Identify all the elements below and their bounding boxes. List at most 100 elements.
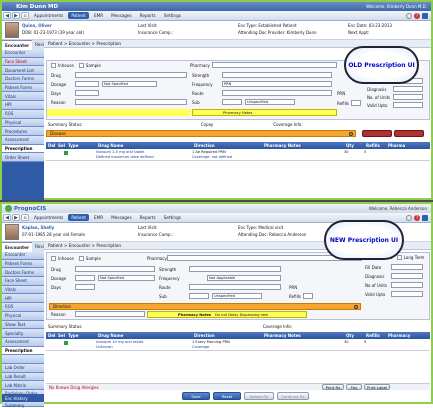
new-route-input[interactable] bbox=[189, 284, 281, 290]
new-sidebar-item[interactable]: Vitals bbox=[2, 285, 44, 295]
search-icon[interactable] bbox=[406, 12, 412, 19]
new-strength-input[interactable] bbox=[189, 266, 281, 272]
old-disease-bar[interactable]: Disease bbox=[46, 130, 356, 137]
old-strength-input[interactable] bbox=[222, 72, 332, 78]
old-sidebar-item[interactable]: Doctors Forms bbox=[2, 75, 44, 84]
old-sidebar-item[interactable]: Physical bbox=[2, 118, 44, 128]
new-sidebar-item[interactable]: Encounter bbox=[2, 251, 44, 260]
old-diagnosis-input[interactable] bbox=[393, 86, 423, 92]
new-tab-encounter[interactable]: Encounter bbox=[2, 241, 33, 252]
new-menu-emr[interactable]: EMR bbox=[91, 214, 106, 221]
new-reason-input[interactable] bbox=[75, 311, 145, 317]
old-sidebar-item[interactable]: Order Sheet bbox=[2, 153, 44, 162]
new-sidebar-item[interactable]: Show Text bbox=[2, 320, 44, 330]
new-grid-col-header[interactable]: Drug Name bbox=[96, 333, 192, 338]
new-menu-appointments[interactable]: Appointments bbox=[31, 214, 66, 221]
old-sidebar-item[interactable]: Procedures bbox=[2, 127, 44, 136]
old-sidebar-item[interactable]: Face Sheet bbox=[2, 57, 44, 67]
new-sidebar-item[interactable]: Lab Matrix bbox=[2, 381, 44, 390]
print-label-button[interactable]: Print Label bbox=[364, 384, 390, 390]
new-refills-input[interactable] bbox=[303, 293, 313, 299]
old-grid-col-header[interactable]: Direction bbox=[192, 143, 262, 148]
new-dosage-select[interactable]: Not Specified bbox=[98, 275, 155, 281]
new-grid-col-header[interactable]: Del bbox=[46, 333, 56, 338]
old-drug-input[interactable] bbox=[75, 72, 187, 78]
new-dosage-input[interactable] bbox=[75, 275, 95, 281]
new-menu-settings[interactable]: Settings bbox=[161, 214, 184, 221]
old-days-input[interactable] bbox=[75, 90, 99, 96]
new-sidebar-item[interactable]: Assessment bbox=[2, 337, 44, 347]
old-sample-checkbox[interactable] bbox=[78, 63, 84, 68]
old-dosage-select[interactable]: Not Specified bbox=[102, 81, 157, 87]
new-sidebar-item[interactable]: Patient Forms bbox=[2, 259, 44, 269]
old-sidebar-item[interactable]: Vitals bbox=[2, 92, 44, 102]
help-icon[interactable]: ? bbox=[414, 214, 420, 221]
new-sidebar-item[interactable]: Lab Order bbox=[2, 363, 44, 373]
delete-rx-button[interactable]: Delete Rx bbox=[244, 392, 274, 400]
old-route-input[interactable] bbox=[222, 90, 332, 96]
exit-icon[interactable] bbox=[422, 12, 428, 19]
new-sidebar-item[interactable] bbox=[2, 355, 44, 364]
new-sidebar-item[interactable]: HPI bbox=[2, 294, 44, 304]
new-frequency-select[interactable]: Not Applicable bbox=[207, 275, 281, 281]
old-sidebar-item[interactable]: Document List bbox=[2, 66, 44, 76]
home-icon[interactable]: ⌂ bbox=[21, 12, 29, 19]
new-sub-input[interactable] bbox=[189, 293, 209, 299]
old-sidebar-item[interactable]: HPI bbox=[2, 101, 44, 110]
old-row-drug[interactable]: lisinopril 2.5 mg oral tablet bbox=[96, 150, 145, 154]
new-sidebar-item[interactable]: Physical bbox=[2, 311, 44, 321]
new-sidebar-item[interactable]: ROS bbox=[2, 303, 44, 312]
old-grid-col-header[interactable]: Refills bbox=[364, 143, 386, 148]
new-sidebar-item[interactable]: Doctors Forms bbox=[2, 268, 44, 278]
new-sidebar-item[interactable]: Lab Result bbox=[2, 372, 44, 382]
new-filldate-input[interactable] bbox=[391, 264, 423, 270]
old-menu-messages[interactable]: Messages bbox=[108, 12, 135, 19]
old-tab-encounter[interactable]: Encounter bbox=[2, 39, 33, 50]
new-grid-col-header[interactable]: Direction bbox=[192, 333, 262, 338]
exit-icon[interactable] bbox=[422, 214, 428, 221]
new-grid-col-header[interactable]: Pharmacy bbox=[386, 333, 430, 338]
forward-icon[interactable]: ▶ bbox=[12, 12, 20, 19]
home-icon[interactable]: ⌂ bbox=[21, 214, 29, 221]
new-drug-input[interactable] bbox=[75, 266, 155, 272]
help-icon[interactable]: ? bbox=[414, 12, 420, 19]
new-sub-select[interactable]: Unspecified bbox=[212, 293, 262, 299]
old-sub-select[interactable]: Unspecified bbox=[245, 99, 295, 105]
search-icon[interactable] bbox=[354, 304, 358, 309]
forward-icon[interactable]: ▶ bbox=[12, 214, 20, 221]
old-units-input[interactable] bbox=[393, 94, 423, 100]
new-menu-patient[interactable]: Patient bbox=[68, 214, 89, 221]
new-inhouse-checkbox[interactable] bbox=[51, 256, 56, 261]
new-menu-reports[interactable]: Reports bbox=[137, 214, 159, 221]
old-sidebar-item[interactable]: ROS bbox=[2, 109, 44, 119]
new-sidebar-item[interactable]: Prescription bbox=[2, 346, 44, 356]
new-valid-input[interactable] bbox=[391, 291, 423, 297]
search-icon[interactable] bbox=[349, 131, 353, 136]
fax-button[interactable]: Fax bbox=[346, 384, 362, 390]
old-dosage-input[interactable] bbox=[75, 81, 99, 87]
old-menu-patient[interactable]: Patient bbox=[68, 12, 89, 19]
old-menu-settings[interactable]: Settings bbox=[161, 12, 184, 19]
new-menu-messages[interactable]: Messages bbox=[108, 214, 135, 221]
new-direction-bar[interactable]: Direction bbox=[49, 303, 361, 310]
new-enc-history[interactable]: Enc History bbox=[2, 394, 44, 402]
table-row[interactable]: lisinopril 10 mg oral tablet Unknown 1 E… bbox=[46, 339, 430, 351]
old-inhouse-checkbox[interactable] bbox=[51, 63, 56, 68]
old-sidebar-item[interactable]: Assessment bbox=[2, 135, 44, 145]
old-grid-col-header[interactable]: Drug Name bbox=[96, 143, 192, 148]
old-sidebar-item[interactable]: Encounter bbox=[2, 49, 44, 58]
reset-button[interactable]: Reset bbox=[213, 392, 241, 400]
old-grid-col-header[interactable]: Del bbox=[46, 143, 56, 148]
old-grid-col-header[interactable]: Sel bbox=[56, 143, 66, 148]
old-grid-col-header[interactable]: Qty bbox=[344, 143, 364, 148]
old-reason-input[interactable] bbox=[75, 99, 187, 105]
old-action-btn-1[interactable] bbox=[362, 130, 392, 137]
back-icon[interactable]: ◀ bbox=[3, 214, 11, 221]
new-longterm-checkbox[interactable] bbox=[396, 255, 402, 260]
old-grid-col-header[interactable]: Pharmacy Notes bbox=[262, 143, 344, 148]
old-frequency-select[interactable]: PRN bbox=[222, 81, 332, 87]
new-sidebar-item[interactable]: Specialty bbox=[2, 329, 44, 338]
new-diagnosis-input[interactable] bbox=[391, 273, 423, 279]
old-refills-input[interactable] bbox=[351, 100, 361, 106]
old-grid-col-header[interactable]: Pharma bbox=[386, 143, 430, 148]
